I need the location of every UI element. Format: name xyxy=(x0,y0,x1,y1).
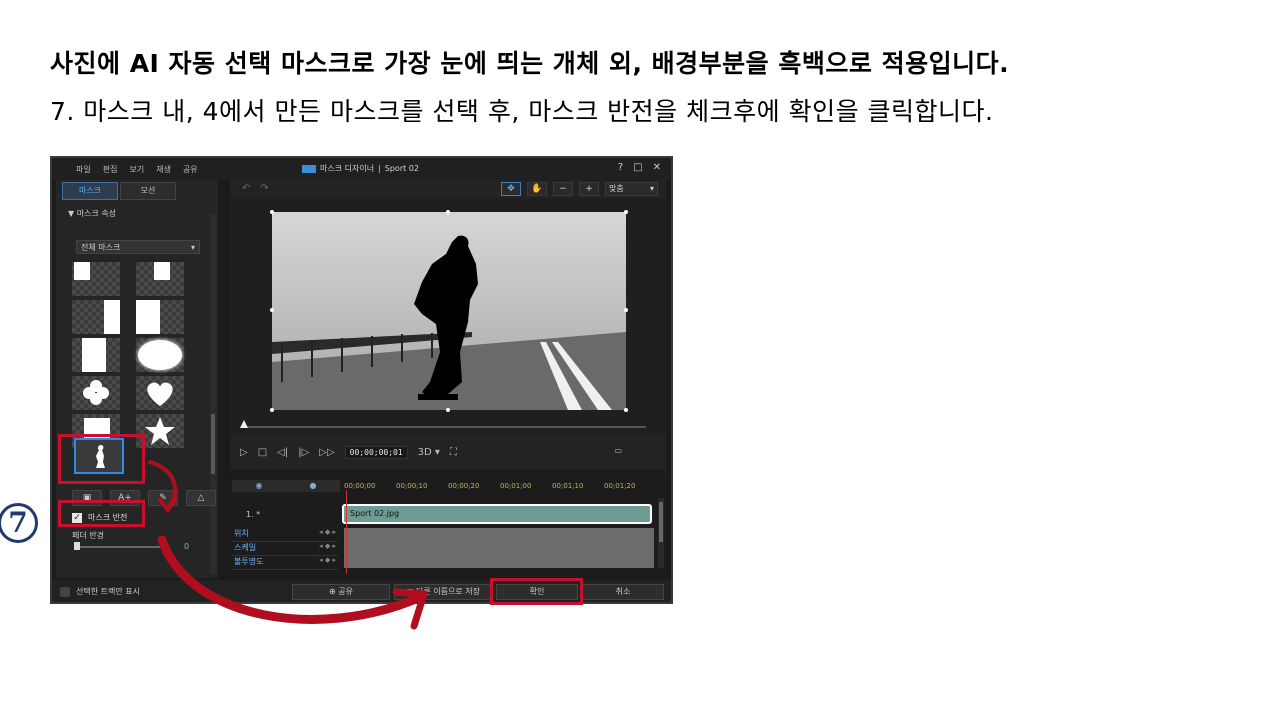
annotation-arrows xyxy=(148,460,428,630)
